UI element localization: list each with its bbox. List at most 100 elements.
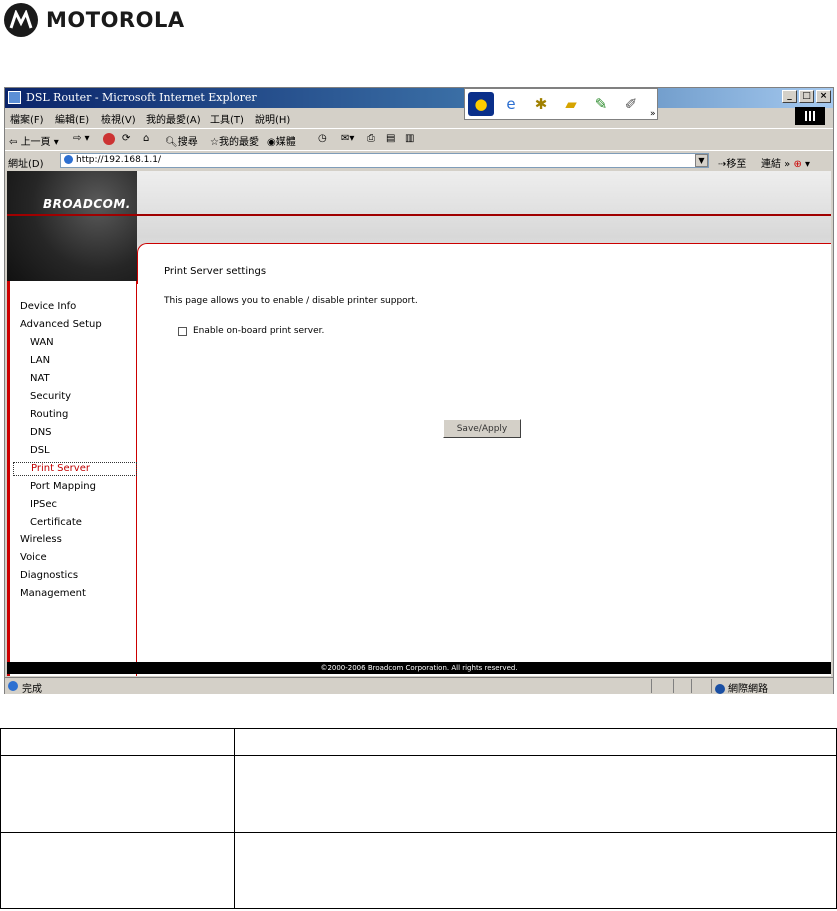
- nav-dsl[interactable]: DSL: [30, 445, 50, 456]
- banner-graphic: [7, 171, 137, 281]
- media-label: 媒體: [275, 137, 296, 148]
- back-label: 上一頁: [20, 137, 51, 148]
- checkbox-label: Enable on-board print server.: [193, 326, 325, 336]
- status-text: 完成: [22, 684, 42, 695]
- table-row: [0, 832, 837, 909]
- nav-device-info[interactable]: Device Info: [20, 301, 76, 312]
- translate-icon: ⊕: [793, 159, 802, 170]
- nav-print-server[interactable]: Print Server: [13, 462, 137, 476]
- close-button[interactable]: ×: [816, 90, 831, 103]
- menu-bar: 檔案(F) 編輯(E) 檢視(V) 我的最愛(A) 工具(T) 說明(H): [5, 108, 833, 127]
- menu-file[interactable]: 檔案(F): [10, 111, 44, 126]
- motorola-brand: MOTOROLA: [46, 8, 185, 32]
- edit-icon[interactable]: ▤: [386, 133, 395, 144]
- banner-divider: [7, 214, 831, 216]
- nav-port-mapping[interactable]: Port Mapping: [30, 481, 96, 492]
- links-label: 連結: [761, 159, 781, 170]
- back-button[interactable]: ⇦ 上一頁 ▾: [9, 133, 59, 148]
- nav-voice[interactable]: Voice: [20, 552, 47, 563]
- search-icon: 🔍︎: [165, 137, 178, 148]
- doc-table: [0, 728, 837, 909]
- menu-favorites[interactable]: 我的最愛(A): [146, 111, 201, 126]
- go-label: 移至: [726, 159, 747, 170]
- chevron-more-icon[interactable]: »: [650, 109, 656, 119]
- home-icon[interactable]: ⌂: [143, 133, 149, 144]
- media-player-icon[interactable]: ●: [468, 92, 494, 116]
- menu-help[interactable]: 說明(H): [255, 111, 290, 126]
- refresh-icon[interactable]: ⟳: [122, 133, 130, 144]
- forward-button[interactable]: ⇨ ▾: [73, 133, 90, 144]
- status-cell: [673, 679, 691, 693]
- main-content: Print Server settings This page allows y…: [138, 245, 831, 676]
- table-cell: [0, 728, 235, 756]
- table-row: [0, 728, 837, 756]
- favorites-label: 我的最愛: [218, 137, 259, 148]
- search-label: 搜尋: [177, 137, 198, 148]
- print-icon[interactable]: ⎙: [367, 133, 375, 144]
- status-bar: 完成 網際網路: [5, 677, 833, 695]
- ie-icon[interactable]: e: [498, 92, 524, 116]
- nav-security[interactable]: Security: [30, 391, 71, 402]
- links-button[interactable]: 連結 » ⊕ ▾: [761, 155, 810, 170]
- browser-window: DSL Router - Microsoft Internet Explorer…: [4, 87, 834, 695]
- ie-throbber-icon: [795, 107, 825, 125]
- search-button[interactable]: 🔍︎搜尋: [165, 133, 198, 148]
- maximize-button[interactable]: □: [799, 90, 814, 103]
- table-cell: [0, 755, 235, 833]
- table-cell: [0, 832, 235, 909]
- nav-wan[interactable]: WAN: [30, 337, 54, 348]
- page-title: Print Server settings: [164, 266, 267, 277]
- nav-wireless[interactable]: Wireless: [20, 534, 62, 545]
- status-cell: [651, 679, 673, 693]
- nav-sidebar: Device Info Advanced Setup WAN LAN NAT S…: [7, 281, 137, 676]
- history-icon[interactable]: ◷: [318, 133, 327, 144]
- table-cell: [234, 755, 837, 833]
- address-input[interactable]: http://192.168.1.1/: [60, 153, 709, 168]
- quick-launch-bar: ● e ✱ ▰ ✎ ✐ »: [464, 88, 658, 120]
- nav-diagnostics[interactable]: Diagnostics: [20, 570, 78, 581]
- nav-certificate[interactable]: Certificate: [30, 517, 82, 528]
- menu-view[interactable]: 檢視(V): [101, 111, 136, 126]
- page-viewport: BROADCOM. Device Info Advanced Setup WAN…: [7, 171, 831, 676]
- nav-advanced-setup[interactable]: Advanced Setup: [20, 319, 102, 330]
- table-cell: [234, 832, 837, 909]
- status-page-icon: [8, 681, 18, 691]
- minimize-button[interactable]: _: [782, 90, 797, 103]
- address-label: 網址(D): [8, 159, 44, 170]
- globe-icon: [715, 684, 725, 694]
- discuss-icon[interactable]: ▥: [405, 133, 414, 144]
- folder-icon[interactable]: ▰: [558, 92, 584, 116]
- nav-dns[interactable]: DNS: [30, 427, 52, 438]
- nav-management[interactable]: Management: [20, 588, 86, 599]
- go-button[interactable]: ⇢移至: [718, 155, 746, 170]
- stop-icon[interactable]: [103, 133, 117, 145]
- print-server-option[interactable]: Enable on-board print server.: [178, 326, 324, 336]
- pen-icon[interactable]: ✎: [588, 92, 614, 116]
- table-cell: [234, 728, 837, 756]
- nav-nat[interactable]: NAT: [30, 373, 50, 384]
- mail-icon[interactable]: ✉▾: [341, 133, 354, 144]
- enable-print-server-checkbox[interactable]: [178, 326, 187, 336]
- save-apply-button[interactable]: Save/Apply: [443, 419, 521, 438]
- zone-label: 網際網路: [728, 684, 768, 695]
- favorites-button[interactable]: ☆我的最愛: [210, 133, 259, 148]
- table-row: [0, 755, 837, 833]
- nav-print-server-label: Print Server: [31, 463, 90, 474]
- security-zone: 網際網路: [715, 680, 768, 695]
- address-dropdown-icon[interactable]: ▼: [695, 154, 708, 167]
- nav-lan[interactable]: LAN: [30, 355, 50, 366]
- nav-routing[interactable]: Routing: [30, 409, 68, 420]
- settings-icon[interactable]: ✱: [528, 92, 554, 116]
- page-icon: [64, 155, 73, 164]
- star-icon: ☆: [210, 137, 219, 148]
- ie-window-icon: [8, 91, 21, 104]
- notepad-icon[interactable]: ✐: [618, 92, 644, 116]
- media-button[interactable]: ◉媒體: [267, 133, 296, 148]
- menu-tools[interactable]: 工具(T): [210, 111, 244, 126]
- nav-ipsec[interactable]: IPSec: [30, 499, 57, 510]
- motorola-logo-icon: [4, 3, 38, 37]
- menu-edit[interactable]: 編輯(E): [55, 111, 89, 126]
- window-controls: _ □ ×: [782, 90, 831, 103]
- motorola-header: MOTOROLA: [4, 3, 185, 37]
- address-bar: 網址(D) http://192.168.1.1/ ▼ ⇢移至 連結 » ⊕ ▾: [5, 150, 833, 171]
